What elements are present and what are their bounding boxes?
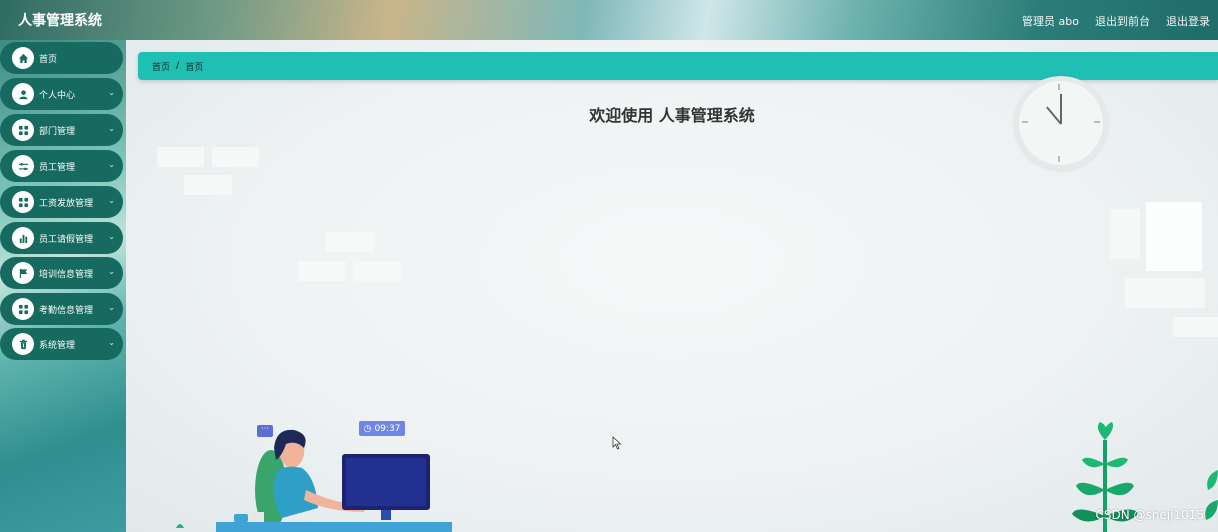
mouse-cursor-icon: [612, 436, 622, 450]
logout-link[interactable]: 退出登录: [1166, 13, 1210, 29]
sidebar-item-label: 员工请假管理: [39, 234, 94, 245]
sidebar-item-label: 个人中心: [39, 90, 76, 101]
sidebar-item-employee[interactable]: 员工管理 ⌄: [0, 150, 123, 182]
clock-tick: [1094, 121, 1100, 123]
clock-tick: [1058, 156, 1060, 162]
clock-minute-hand: [1060, 94, 1062, 124]
sidebar-item-department[interactable]: 部门管理 ⌄: [0, 114, 123, 146]
sidebar-item-label: 部门管理: [39, 126, 76, 137]
chevron-down-icon: ⌄: [108, 196, 115, 205]
time-text: 09:37: [374, 423, 401, 434]
clock-tick: [1058, 84, 1060, 90]
sidebar-item-label: 培训信息管理: [39, 269, 94, 280]
user-icon: [12, 83, 34, 105]
flag-icon: [12, 262, 34, 284]
watermark: CSDN @sheji1015: [1095, 508, 1204, 522]
user-label: 管理员 abo: [1022, 15, 1079, 28]
clock-tick: [1022, 121, 1028, 123]
sidebar-item-training[interactable]: 培训信息管理 ⌄: [0, 257, 123, 289]
decor-tile: [1125, 278, 1205, 308]
decor-tile: [353, 261, 401, 281]
sidebar-item-label: 系统管理: [39, 340, 76, 351]
breadcrumb-item-current: 首页: [185, 62, 204, 73]
sidebar-item-leave[interactable]: 员工请假管理 ⌄: [0, 222, 123, 254]
chevron-down-icon: ⌄: [108, 88, 115, 97]
office-worker-illustration: [176, 429, 452, 532]
decor-tile: [157, 147, 204, 167]
sidebar-item-salary[interactable]: 工资发放管理 ⌄: [0, 186, 123, 218]
chevron-down-icon: ⌄: [108, 267, 115, 276]
sidebar-item-attendance[interactable]: 考勤信息管理 ⌄: [0, 293, 123, 325]
top-header: 人事管理系统 管理员 abo 退出到前台 退出登录: [0, 0, 1218, 40]
sidebar-item-label: 工资发放管理: [39, 198, 94, 209]
sidebar-item-system[interactable]: 系统管理 ⌄: [0, 328, 123, 360]
chevron-down-icon: ⌄: [108, 124, 115, 133]
chevron-down-icon: ⌄: [108, 338, 115, 347]
bar-chart-icon: [12, 227, 34, 249]
time-badge: ◷ 09:37: [359, 421, 405, 436]
decor-tile: [298, 261, 346, 281]
decor-tile: [326, 232, 374, 252]
chevron-down-icon: ⌄: [108, 303, 115, 312]
header-actions: 管理员 abo 退出到前台 退出登录: [1022, 13, 1210, 29]
grid-icon: [12, 298, 34, 320]
decor-tile: [212, 147, 259, 167]
to-front-link[interactable]: 退出到前台: [1095, 13, 1150, 29]
breadcrumb-item-home[interactable]: 首页: [152, 60, 170, 73]
sidebar-item-label: 员工管理: [39, 162, 76, 173]
main-content: 首页 / 首页 欢迎使用 人事管理系统 ◷ 09:37 ··· CSDN @sh…: [126, 40, 1218, 532]
sidebar-item-label: 首页: [39, 54, 58, 65]
breadcrumb-separator: /: [176, 61, 180, 71]
home-icon: [12, 47, 34, 69]
sidebar-item-profile[interactable]: 个人中心 ⌄: [0, 78, 123, 110]
app-title: 人事管理系统: [18, 13, 102, 29]
decor-tile: [1110, 209, 1140, 259]
clock-icon: ◷: [363, 423, 372, 434]
sliders-icon: [12, 155, 34, 177]
decor-tile: [184, 175, 232, 195]
sidebar-item-home[interactable]: 首页: [0, 42, 123, 74]
wall-clock-icon: [1014, 76, 1108, 170]
chevron-down-icon: ⌄: [108, 160, 115, 169]
chevron-down-icon: ⌄: [108, 232, 115, 241]
decor-tile: [1173, 317, 1218, 337]
trash-icon: [12, 333, 34, 355]
grid-icon: [12, 119, 34, 141]
chat-bubble-icon: ···: [257, 425, 273, 437]
sidebar: 首页 个人中心 ⌄ 部门管理 ⌄ 员工管理 ⌄ 工资发放管理 ⌄ 员工请假管理 …: [0, 40, 126, 532]
decor-tile: [1146, 202, 1202, 271]
grid-icon: [12, 191, 34, 213]
sidebar-item-label: 考勤信息管理: [39, 305, 94, 316]
